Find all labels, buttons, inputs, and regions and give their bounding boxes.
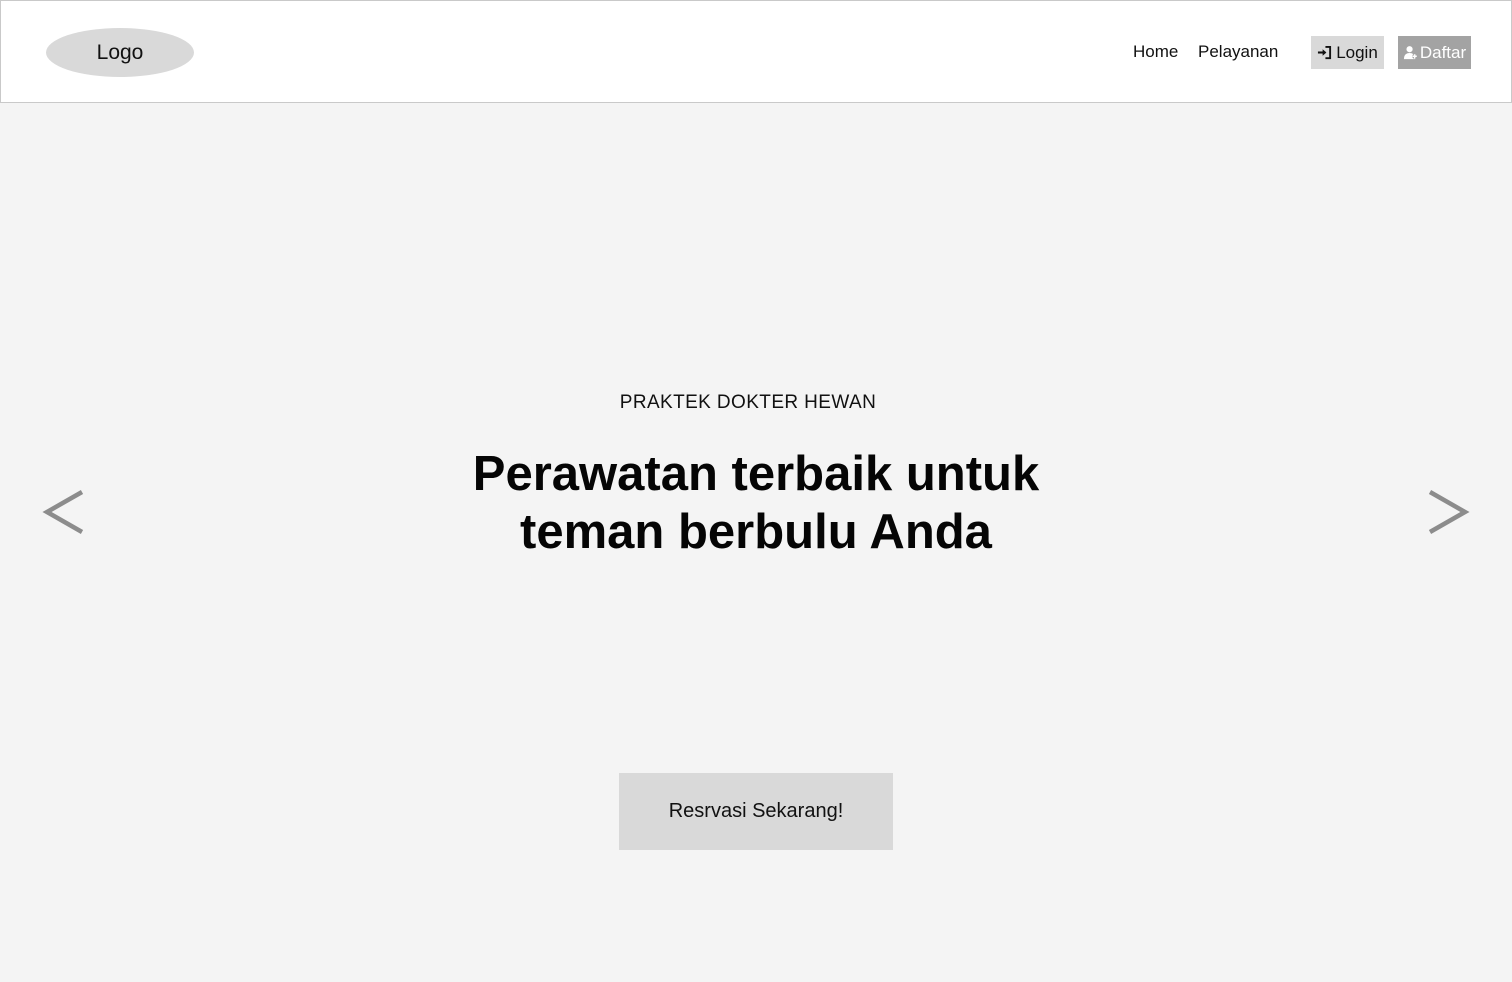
register-label: Daftar [1419, 42, 1467, 62]
logo-text: Logo [96, 40, 144, 64]
logo[interactable]: Logo [46, 28, 194, 77]
login-label: Login [1336, 42, 1378, 62]
nav-link-pelayanan[interactable]: Pelayanan [1198, 41, 1278, 63]
login-button[interactable]: Login [1311, 36, 1384, 69]
top-navbar: Logo Home Pelayanan Login Daftar [0, 0, 1512, 103]
user-add-icon [1403, 45, 1418, 60]
register-button[interactable]: Daftar [1398, 36, 1471, 69]
hero-eyebrow: PRAKTEK DOKTER HEWAN [619, 392, 877, 413]
hero-title: Perawatan terbaik untuk teman berbulu An… [472, 447, 1040, 559]
reservation-button-label: Resrvasi Sekarang! [668, 800, 844, 822]
sign-in-icon [1317, 45, 1332, 60]
chevron-left-icon[interactable] [42, 484, 90, 540]
nav-link-home[interactable]: Home [1133, 41, 1178, 63]
reservation-button[interactable]: Resrvasi Sekarang! [619, 773, 893, 850]
chevron-right-icon[interactable] [1422, 484, 1470, 540]
